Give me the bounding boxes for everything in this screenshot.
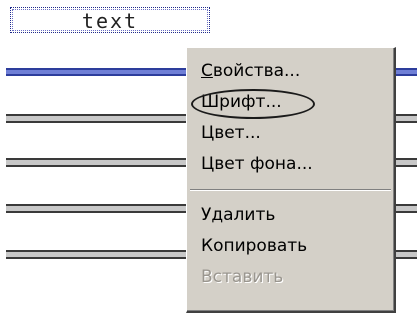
text-object[interactable]: text (10, 7, 210, 33)
menu-item-paste: Вставить (201, 267, 284, 287)
menu-item-font[interactable]: Шрифт... (187, 87, 394, 119)
menu-item-delete[interactable]: Удалить (187, 200, 394, 231)
menu-item-font-label: Шрифт... (201, 92, 282, 112)
menu-item-copy[interactable]: Копировать (187, 231, 394, 262)
editor-canvas[interactable]: text Свойства... Шрифт... Цвет... Цвет ф… (0, 0, 417, 313)
menu-item-background-color[interactable]: Цвет фона... (187, 149, 394, 180)
context-menu: Свойства... Шрифт... Цвет... Цвет фона..… (186, 47, 396, 313)
menu-separator (190, 189, 391, 191)
menu-item-properties[interactable]: Свойства... (187, 56, 394, 87)
menu-item-color[interactable]: Цвет... (187, 118, 394, 149)
